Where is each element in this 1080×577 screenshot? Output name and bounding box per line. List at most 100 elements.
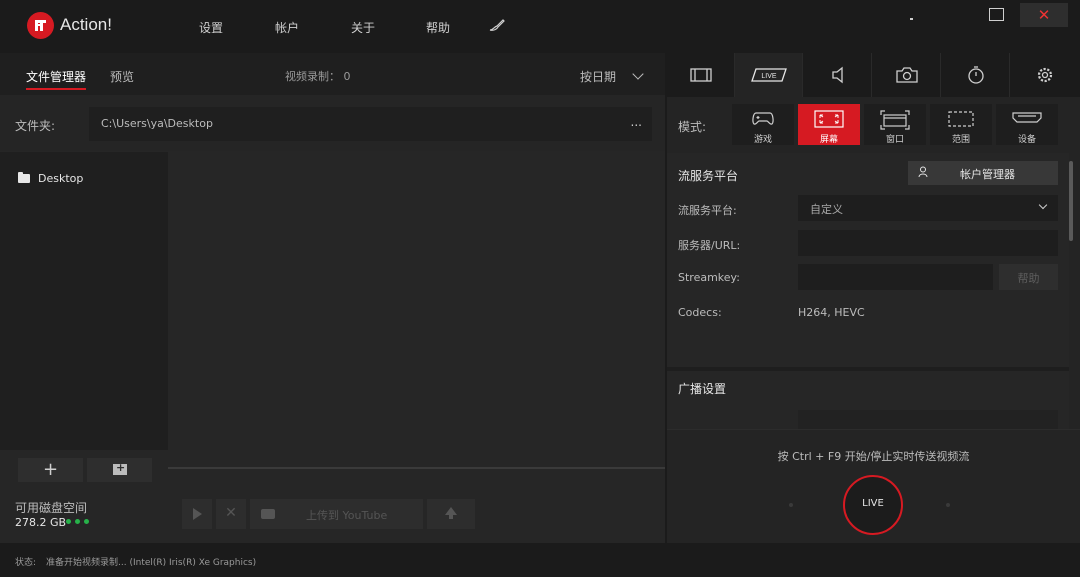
help-label: 帮助	[1017, 272, 1040, 285]
mode-game-label: 游戏	[753, 135, 772, 145]
disk-space-label: 可用磁盘空间	[15, 501, 88, 515]
menu-settings[interactable]: 设置	[199, 19, 223, 36]
folder-icon	[18, 172, 30, 183]
divider	[168, 467, 665, 469]
tab-video[interactable]	[667, 53, 735, 97]
mode-screen-button[interactable]: 屏幕	[798, 104, 860, 145]
youtube-icon	[261, 509, 275, 519]
tab-live[interactable]: LIVE	[735, 53, 803, 97]
hdmi-icon	[1012, 112, 1042, 123]
folder-tree: Desktop	[0, 152, 168, 450]
add-folder-button[interactable]: +	[18, 458, 83, 482]
tab-timer[interactable]	[942, 53, 1010, 97]
account-manager-label: 帐户管理器	[960, 168, 1015, 181]
play-button[interactable]	[182, 499, 212, 529]
mode-screen-label: 屏幕	[819, 135, 838, 145]
menu-account[interactable]: 帐户	[275, 19, 299, 36]
recordings-list	[168, 152, 665, 468]
live-hotkey-hint: 按 Ctrl + F9 开始/停止实时传送视频流	[777, 450, 970, 463]
streaming-settings: 流服务平台 帐户管理器 流服务平台: 自定义 服务器/URL: Streamke…	[667, 153, 1069, 429]
upload-youtube-button[interactable]: 上传到 YouTube	[250, 499, 423, 529]
live-tab-label: LIVE	[761, 73, 777, 80]
app-logo-icon	[27, 12, 54, 39]
maximize-button[interactable]	[976, 3, 1016, 27]
tab-screenshot[interactable]	[873, 53, 941, 97]
menu-help[interactable]: 帮助	[426, 19, 450, 36]
codecs-value: H264, HEVC	[798, 306, 865, 319]
chevron-down-icon[interactable]	[632, 68, 644, 80]
settings-tabs: LIVE	[667, 53, 1080, 97]
codecs-label: Codecs:	[678, 306, 722, 319]
live-start-button[interactable]: LIVE	[843, 475, 903, 535]
streamkey-help-button[interactable]: 帮助	[999, 264, 1058, 290]
file-manager-panel: 文件管理器 预览 视频录制： 0 按日期 文件夹: C:\Users\ya\De…	[0, 53, 665, 543]
tab-audio[interactable]	[804, 53, 872, 97]
minimize-button[interactable]	[896, 3, 936, 27]
title-bar: Action! 设置 帐户 关于 帮助 ✕	[0, 0, 1080, 53]
server-url-label: 服务器/URL:	[678, 239, 741, 252]
new-folder-icon	[113, 461, 127, 475]
folder-path-field[interactable]: C:\Users\ya\Desktop ...	[89, 107, 652, 141]
fullscreen-icon	[814, 110, 844, 128]
file-manager-tabs: 文件管理器 预览 视频录制： 0 按日期	[0, 53, 665, 95]
mode-region-label: 范围	[951, 135, 970, 145]
new-folder-button[interactable]	[87, 458, 152, 482]
sort-dropdown[interactable]: 按日期	[580, 68, 616, 85]
status-text: 准备开始视频录制... (Intel(R) Iris(R) Xe Graphic…	[46, 558, 257, 568]
indicator-dot	[789, 503, 793, 507]
streamkey-input[interactable]	[798, 264, 993, 290]
disk-space-value: 278.2 GB	[15, 516, 67, 529]
film-icon	[689, 68, 712, 82]
live-tab-icon: LIVE	[750, 68, 787, 82]
browse-folder-button[interactable]: ...	[631, 115, 642, 129]
broadcast-section-title: 广播设置	[678, 382, 727, 396]
close-icon: ✕	[225, 505, 237, 521]
platform-select[interactable]: 自定义	[798, 195, 1058, 221]
mode-region-button[interactable]: 范围	[930, 104, 992, 145]
window-icon	[880, 110, 910, 130]
status-bar: 状态: 准备开始视频录制... (Intel(R) Iris(R) Xe Gra…	[0, 543, 1080, 577]
stopwatch-icon	[967, 66, 984, 84]
upload-button[interactable]	[427, 499, 475, 529]
mode-device-button[interactable]: 设备	[996, 104, 1058, 145]
delete-button[interactable]: ✕	[216, 499, 246, 529]
tab-file-manager[interactable]: 文件管理器	[26, 68, 87, 90]
mode-game-button[interactable]: 游戏	[732, 104, 794, 145]
settings-scrollbar[interactable]	[1069, 161, 1073, 241]
user-icon	[918, 166, 928, 178]
folder-label: 文件夹:	[15, 119, 56, 133]
mode-label: 模式:	[678, 120, 707, 134]
streamkey-label: Streamkey:	[678, 271, 740, 284]
indicator-dot	[946, 503, 950, 507]
mode-window-button[interactable]: 窗口	[864, 104, 926, 145]
speaker-icon	[831, 66, 843, 84]
mode-device-label: 设备	[1017, 135, 1036, 145]
region-icon	[948, 111, 974, 127]
tab-preview[interactable]: 预览	[110, 68, 134, 85]
mode-window-label: 窗口	[885, 135, 904, 145]
section-divider	[667, 367, 1069, 371]
gamepad-icon	[752, 112, 774, 125]
upload-icon	[445, 507, 457, 519]
close-icon: ✕	[1037, 6, 1051, 24]
tree-item-desktop[interactable]: Desktop	[18, 172, 83, 185]
close-button[interactable]: ✕	[1020, 3, 1068, 27]
pen-icon[interactable]	[488, 18, 506, 32]
camera-icon	[895, 67, 918, 83]
streaming-section-title: 流服务平台	[678, 169, 739, 183]
broadcast-setting-field[interactable]	[798, 410, 1058, 429]
chevron-down-icon	[1038, 200, 1048, 210]
live-button-label: LIVE	[862, 498, 884, 509]
account-manager-button[interactable]: 帐户管理器	[908, 161, 1058, 185]
upload-youtube-label: 上传到 YouTube	[306, 509, 388, 522]
tab-general-settings[interactable]	[1011, 53, 1079, 97]
disk-status-indicator	[66, 519, 89, 524]
tree-item-label: Desktop	[38, 172, 84, 185]
menu-about[interactable]: 关于	[351, 19, 375, 36]
status-label: 状态:	[15, 558, 37, 568]
server-url-input[interactable]	[798, 230, 1058, 256]
folder-row: 文件夹: C:\Users\ya\Desktop ...	[0, 95, 665, 151]
settings-panel: LIVE 模式: 游戏 屏幕 窗口 范围 设备 流服务平台 帐户管理器 流服务平…	[667, 53, 1080, 543]
platform-label: 流服务平台:	[678, 204, 737, 217]
live-control-area: 按 Ctrl + F9 开始/停止实时传送视频流 LIVE	[667, 429, 1080, 543]
